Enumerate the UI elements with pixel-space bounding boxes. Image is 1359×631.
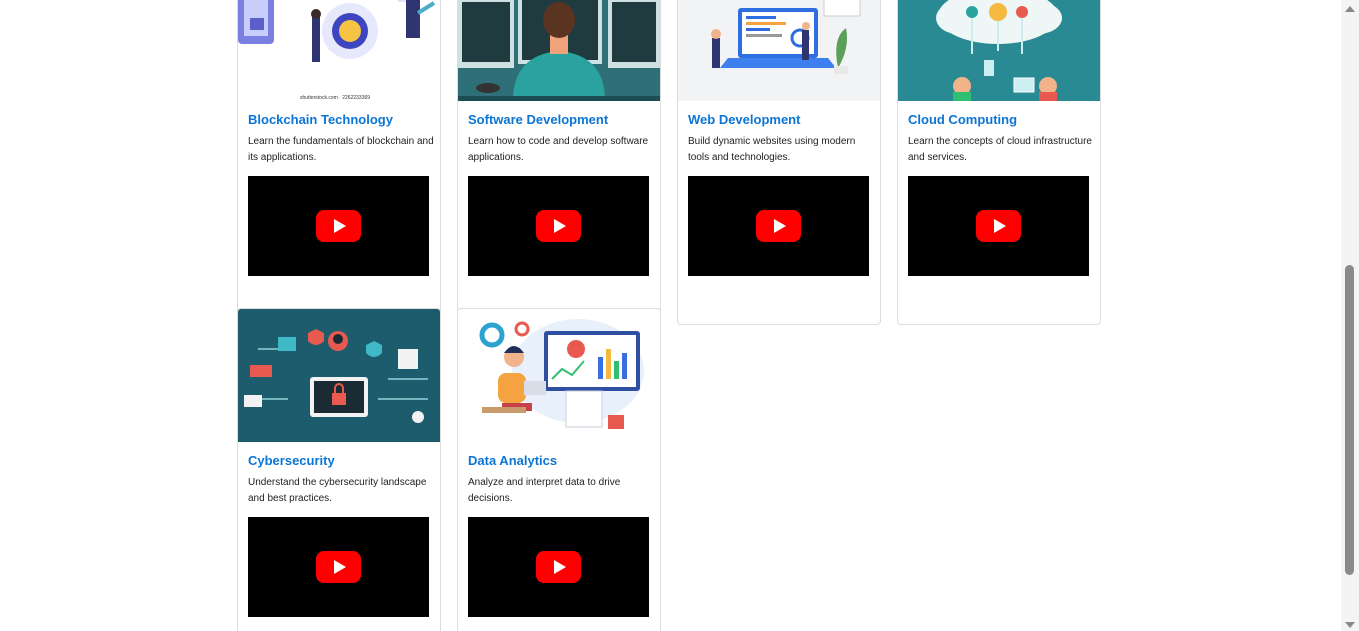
- laptop-code-icon: [678, 0, 880, 101]
- youtube-play-icon[interactable]: [536, 210, 581, 242]
- page: shutterstock.com · 2262233369 Blockchain…: [0, 0, 1359, 631]
- scroll-up-arrow-icon[interactable]: [1345, 6, 1355, 12]
- analytics-dashboard-icon: [458, 309, 660, 442]
- course-title[interactable]: Software Development: [468, 112, 608, 127]
- blockchain-illustration-icon: shutterstock.com · 2262233369: [238, 0, 440, 101]
- course-description: Learn how to code and develop software a…: [468, 136, 649, 163]
- course-card-software: Software Development Learn how to code a…: [457, 0, 661, 325]
- course-description: Learn the fundamentals of blockchain and…: [248, 136, 434, 163]
- course-card-data-analytics: Data Analytics Analyze and interpret dat…: [457, 308, 661, 631]
- course-description: Analyze and interpret data to drive deci…: [468, 477, 621, 504]
- course-title[interactable]: Web Development: [688, 112, 800, 127]
- video-player[interactable]: [908, 176, 1089, 276]
- course-description: Build dynamic websites using modern tool…: [688, 136, 856, 163]
- video-player[interactable]: [248, 176, 429, 276]
- scrollbar-thumb[interactable]: [1345, 265, 1354, 575]
- cloud-network-icon: [898, 0, 1100, 101]
- course-description: Learn the concepts of cloud infrastructu…: [908, 136, 1092, 163]
- youtube-play-icon[interactable]: [976, 210, 1021, 242]
- security-lock-icon: [238, 309, 440, 442]
- course-title[interactable]: Blockchain Technology: [248, 112, 393, 127]
- video-player[interactable]: [248, 517, 429, 617]
- course-title[interactable]: Cybersecurity: [248, 453, 335, 468]
- course-title[interactable]: Data Analytics: [468, 453, 557, 468]
- course-card-blockchain: shutterstock.com · 2262233369 Blockchain…: [237, 0, 441, 325]
- course-description: Understand the cybersecurity landscape a…: [248, 477, 427, 504]
- developer-at-monitors-icon: [458, 0, 660, 101]
- course-title[interactable]: Cloud Computing: [908, 112, 1017, 127]
- youtube-play-icon[interactable]: [756, 210, 801, 242]
- video-player[interactable]: [688, 176, 869, 276]
- course-card-cloud: Cloud Computing Learn the concepts of cl…: [897, 0, 1101, 325]
- vertical-scrollbar[interactable]: [1341, 0, 1359, 631]
- scroll-down-arrow-icon[interactable]: [1345, 622, 1355, 628]
- course-card-web: Web Development Build dynamic websites u…: [677, 0, 881, 325]
- video-player[interactable]: [468, 517, 649, 617]
- course-card-cybersecurity: Cybersecurity Understand the cybersecuri…: [237, 308, 441, 631]
- video-player[interactable]: [468, 176, 649, 276]
- youtube-play-icon[interactable]: [316, 210, 361, 242]
- thumbnail-caption: shutterstock.com · 2262233369: [300, 95, 370, 101]
- youtube-play-icon[interactable]: [316, 551, 361, 583]
- youtube-play-icon[interactable]: [536, 551, 581, 583]
